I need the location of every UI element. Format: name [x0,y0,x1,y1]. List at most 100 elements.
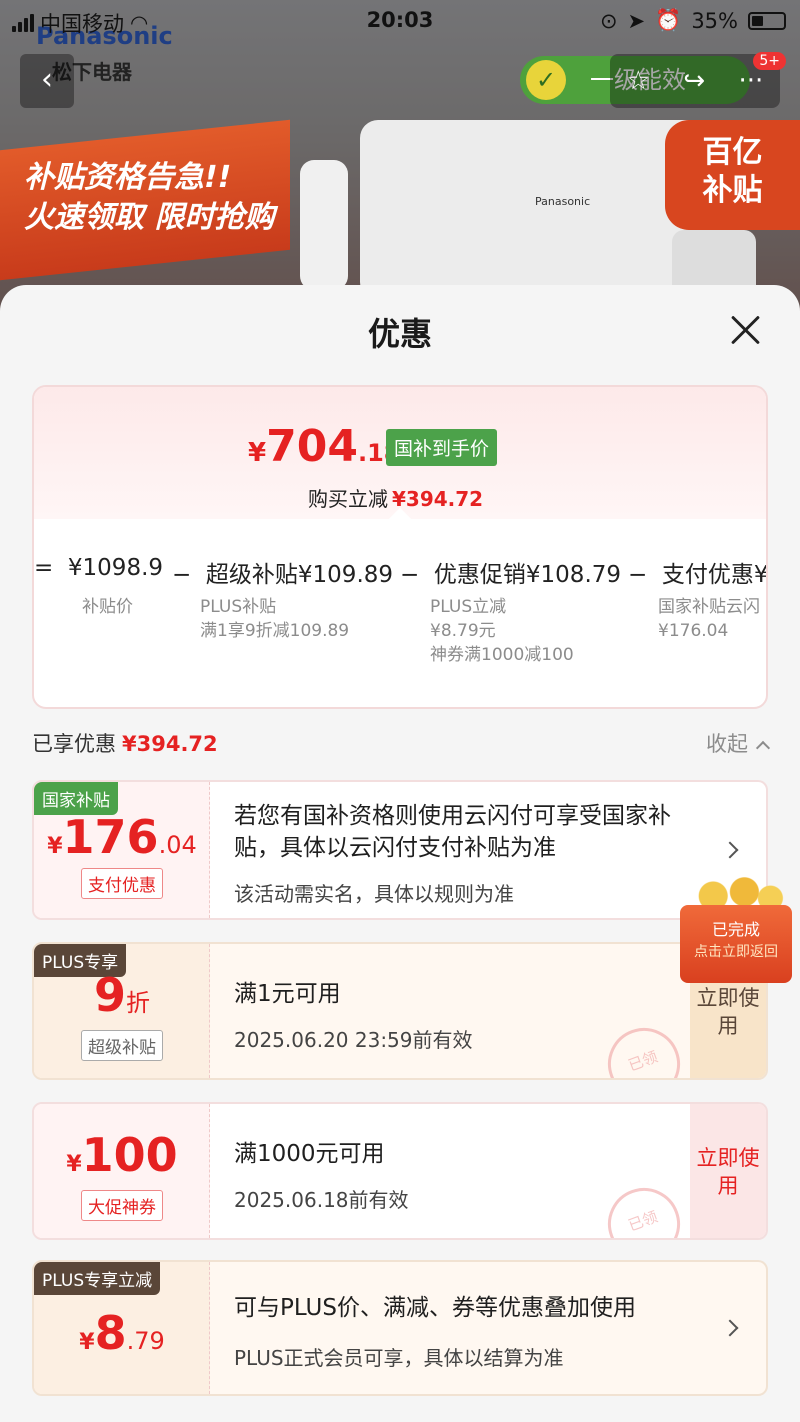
amount-integer: 9 [93,968,126,1022]
breakdown-label: 支付优惠 [661,562,754,588]
breakdown-label: 超级补贴 [205,562,298,588]
sub-line: 补贴价 [82,597,133,617]
sub-line: ¥176.04 [658,621,729,641]
sub-line: 满1享9折减109.89 [200,621,350,641]
price-integer: 704 [266,421,358,472]
billion-line-2: 补贴 [702,173,763,208]
breakdown-value: ¥108.79 [525,562,622,588]
coupon-amount: ¥100 [34,1128,210,1182]
breakdown-value: ¥ [753,562,768,588]
billion-subsidy-badge[interactable]: 百亿 补贴 [665,120,800,230]
battery-icon [748,11,786,30]
reduce-amount: ¥394.72 [392,487,484,511]
coupon-left: ¥100 大促神券 [34,1104,210,1238]
coupon-card-mega-coupon[interactable]: ¥100 大促神券 满1000元可用 2025.06.18前有效 已领 立即使用 [32,1102,768,1240]
breakdown-value: ¥1098.9 [67,555,164,581]
coupon-main-text: 满1000元可用 [234,1141,385,1167]
coupon-desc: PLUS正式会员可享，具体以结算为准 [234,1346,564,1370]
coupon-main-text: 若您有国补资格则使用云闪付可享受国家补贴，具体以云闪付支付补贴为准 [234,803,671,861]
share-icon[interactable]: ↪ [683,66,705,96]
coupon-main-text: 可与PLUS价、满减、券等优惠叠加使用 [234,1295,636,1321]
coupon-tag: PLUS专享立减 [34,1262,161,1295]
coupon-main-text: 满1元可用 [234,981,341,1007]
breakdown-item-base: = ¥1098.9 [34,555,163,581]
reward-line-1: 已完成 [711,920,760,939]
more-icon[interactable]: ··· [739,66,764,96]
operator: − [628,562,648,588]
discount-sheet: 优惠 ¥704.18 国补到手价 购买立减 ¥394.72 = ¥1098.9 补… [0,285,800,1422]
amount-integer: 176 [62,810,159,864]
close-icon[interactable] [730,315,760,345]
back-button[interactable]: ‹ [20,54,74,108]
promo-line-1: 补贴资格告急!! [24,160,232,195]
sub-line: ¥8.79元 [430,621,496,641]
breakdown-item-super: − 超级补贴¥109.89 [172,555,393,589]
operator: − [172,562,192,588]
breakdown-sub: 补贴价 [82,595,133,619]
billion-line-1: 百亿 [702,135,763,170]
breakdown-sub: PLUS立减 ¥8.79元 神券满1000减100 [430,595,574,667]
coupon-desc: 该活动需实名，具体以规则为准 [234,882,514,906]
enjoyed-discount: 已享优惠 ¥394.72 [32,728,218,758]
sub-line: PLUS立减 [430,597,507,617]
chevron-up-icon [755,740,771,756]
reduce-label: 购买立减 [308,487,388,511]
sheet-title: 优惠 [367,315,432,353]
status-right: ⊙ ➤ ⏰ 35% [600,8,786,33]
reward-float[interactable]: 已完成 点击立即返回 [676,875,792,985]
enjoyed-label: 已享优惠 [32,732,116,756]
coupon-amount: 9折 [34,968,210,1022]
coupon-card-plus-discount[interactable]: PLUS专享 9折 超级补贴 满1元可用 2025.06.20 23:59前有效… [32,942,768,1080]
chevron-right-icon[interactable] [721,1319,739,1337]
sub-label-text: 支付优惠 [81,868,163,899]
coupon-card-plus-reduction[interactable]: PLUS专享立减 ¥8.79 可与PLUS价、满减、券等优惠叠加使用 PLUS正… [32,1260,768,1396]
operator: − [400,562,420,588]
breakdown-item-payment: − 支付优惠¥ [628,555,768,589]
coupon-left: PLUS专享立减 ¥8.79 [34,1262,210,1394]
lock-rotation-icon: ⊙ [599,8,618,33]
amount-decimal: .79 [126,1327,165,1355]
promo-line-2: 火速领取 限时抢购 [24,200,275,235]
notification-count: 5+ [753,52,786,70]
breakdown-sub: 国家补贴云闪 ¥176.04 [658,595,760,643]
operator: = [34,555,54,581]
star-icon[interactable]: ☆ [627,66,650,96]
coupon-left: PLUS专享 9折 超级补贴 [34,944,210,1078]
final-price: ¥704.18 [248,421,400,472]
coupon-sub-label: 超级补贴 [34,1030,210,1061]
price-breakdown[interactable]: = ¥1098.9 补贴价 − 超级补贴¥109.89 PLUS补贴 满1享9折… [34,555,766,695]
coupon-sub-label: 支付优惠 [34,868,210,899]
purchase-reduction: 购买立减 ¥394.72 [308,483,483,512]
breakdown-value: ¥109.89 [297,562,394,588]
amount-currency: ¥ [79,1330,95,1355]
sub-label-text: 大促神券 [81,1190,163,1221]
product-brand-print: Panasonic [535,195,591,208]
coupon-card-national-subsidy[interactable]: 国家补贴 ¥176.04 支付优惠 若您有国补资格则使用云闪付可享受国家补贴，具… [32,780,768,920]
amount-currency: ¥ [47,834,63,859]
amount-integer: 8 [94,1306,127,1360]
use-now-button[interactable]: 立即使用 [690,1104,766,1238]
collapse-button[interactable]: 收起 [706,728,771,758]
chevron-right-icon[interactable] [721,841,739,859]
remote-image [300,160,348,290]
price-summary-card: ¥704.18 国补到手价 购买立减 ¥394.72 = ¥1098.9 补贴价 … [32,385,768,709]
check-icon: ✓ [526,60,566,100]
breakdown-sub: PLUS补贴 满1享9折减109.89 [200,595,349,643]
breakdown-label: 优惠促销 [433,562,526,588]
gov-subsidy-price-tag: 国补到手价 [386,429,498,466]
sub-line: PLUS补贴 [200,597,277,617]
amount-integer: 100 [81,1128,178,1182]
promo-text: 补贴资格告急!! 火速领取 限时抢购 [24,158,274,238]
coupon-amount: ¥8.79 [34,1306,210,1360]
reward-line-2: 点击立即返回 [694,944,778,960]
amount-decimal: .04 [158,831,197,859]
location-icon: ➤ [627,8,646,33]
amount-currency: ¥ [66,1152,82,1177]
breakdown-item-promo: − 优惠促销¥108.79 [400,555,621,589]
sub-line: 神券满1000减100 [430,645,574,665]
sub-label-text: 超级补贴 [81,1030,163,1061]
reward-box: 已完成 点击立即返回 [680,905,792,983]
amount-unit: 折 [126,989,150,1017]
status-bar: 中国移动 ◠ 20:03 ⊙ ➤ ⏰ 35% [0,0,800,40]
product-page-background: Panasonic 补贴资格告急!! 火速领取 限时抢购 百亿 补贴 Panas… [0,0,800,320]
